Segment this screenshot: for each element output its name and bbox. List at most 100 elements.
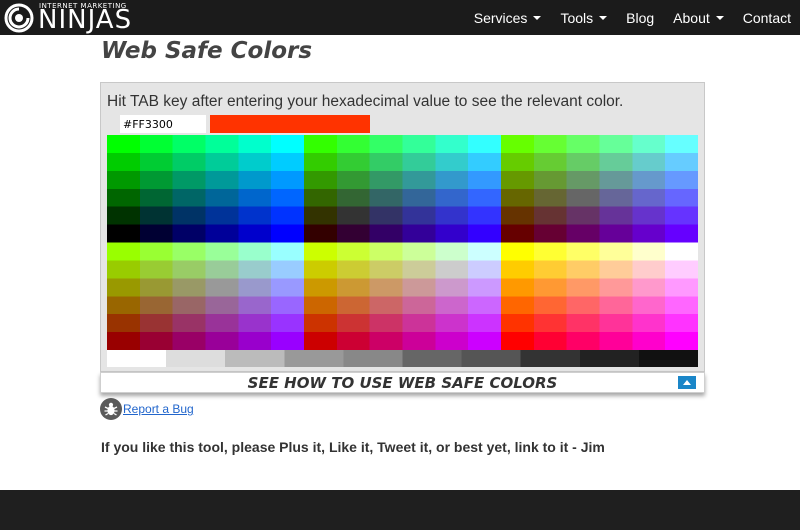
- color-cell[interactable]: [632, 242, 666, 262]
- color-cell[interactable]: [533, 170, 568, 190]
- color-cell[interactable]: [501, 188, 535, 208]
- color-cell[interactable]: [369, 332, 404, 351]
- color-cell[interactable]: [665, 135, 698, 154]
- color-cell[interactable]: [566, 332, 601, 351]
- color-cell[interactable]: [435, 224, 469, 244]
- color-cell[interactable]: [336, 296, 371, 315]
- hex-input[interactable]: [120, 115, 206, 133]
- color-cell[interactable]: [632, 170, 666, 190]
- color-cell[interactable]: [304, 242, 338, 262]
- color-cell[interactable]: [665, 332, 698, 351]
- color-cell[interactable]: [369, 224, 404, 244]
- color-cell[interactable]: [435, 296, 469, 315]
- color-cell[interactable]: [271, 135, 305, 154]
- color-cell[interactable]: [107, 188, 141, 208]
- color-cell[interactable]: [336, 278, 371, 297]
- color-cell[interactable]: [402, 314, 436, 333]
- color-cell[interactable]: [599, 170, 633, 190]
- color-cell[interactable]: [435, 278, 469, 297]
- color-cell[interactable]: [435, 170, 469, 190]
- color-cell[interactable]: [632, 188, 666, 208]
- color-cell[interactable]: [205, 224, 239, 244]
- color-cell[interactable]: [402, 135, 436, 154]
- color-cell[interactable]: [468, 296, 502, 315]
- color-cell[interactable]: [369, 260, 404, 279]
- color-cell[interactable]: [501, 278, 535, 297]
- color-cell[interactable]: [501, 170, 535, 190]
- color-cell[interactable]: [172, 206, 207, 226]
- color-cell[interactable]: [139, 135, 174, 154]
- color-cell[interactable]: [107, 152, 141, 172]
- color-cell[interactable]: [107, 242, 141, 262]
- color-cell[interactable]: [468, 242, 502, 262]
- color-cell[interactable]: [369, 135, 404, 154]
- expand-toggle-button[interactable]: [678, 376, 696, 389]
- color-cell[interactable]: [205, 296, 239, 315]
- color-cell[interactable]: [599, 188, 633, 208]
- gray-cell[interactable]: [166, 350, 226, 367]
- color-cell[interactable]: [599, 278, 633, 297]
- color-cell[interactable]: [107, 314, 141, 333]
- nav-item-blog[interactable]: Blog: [626, 10, 654, 26]
- color-cell[interactable]: [468, 278, 502, 297]
- color-cell[interactable]: [139, 278, 174, 297]
- color-cell[interactable]: [566, 206, 601, 226]
- color-cell[interactable]: [271, 242, 305, 262]
- color-cell[interactable]: [172, 170, 207, 190]
- gray-cell[interactable]: [402, 350, 463, 367]
- color-cell[interactable]: [501, 224, 535, 244]
- color-cell[interactable]: [665, 296, 698, 315]
- color-cell[interactable]: [238, 332, 272, 351]
- color-cell[interactable]: [632, 314, 666, 333]
- color-cell[interactable]: [271, 332, 305, 351]
- color-cell[interactable]: [304, 188, 338, 208]
- color-cell[interactable]: [304, 260, 338, 279]
- color-cell[interactable]: [304, 332, 338, 351]
- color-cell[interactable]: [468, 152, 502, 172]
- color-cell[interactable]: [435, 260, 469, 279]
- color-cell[interactable]: [533, 296, 568, 315]
- color-cell[interactable]: [369, 170, 404, 190]
- color-cell[interactable]: [665, 206, 698, 226]
- color-cell[interactable]: [271, 152, 305, 172]
- color-cell[interactable]: [139, 314, 174, 333]
- color-cell[interactable]: [632, 332, 666, 351]
- color-cell[interactable]: [238, 278, 272, 297]
- color-cell[interactable]: [501, 332, 535, 351]
- color-cell[interactable]: [632, 206, 666, 226]
- color-cell[interactable]: [402, 170, 436, 190]
- color-cell[interactable]: [468, 188, 502, 208]
- color-cell[interactable]: [599, 206, 633, 226]
- color-cell[interactable]: [205, 170, 239, 190]
- color-cell[interactable]: [205, 314, 239, 333]
- color-cell[interactable]: [238, 314, 272, 333]
- color-cell[interactable]: [369, 278, 404, 297]
- gray-cell[interactable]: [225, 350, 285, 367]
- color-cell[interactable]: [665, 170, 698, 190]
- color-cell[interactable]: [139, 170, 174, 190]
- color-cell[interactable]: [566, 314, 601, 333]
- color-cell[interactable]: [304, 224, 338, 244]
- color-cell[interactable]: [172, 332, 207, 351]
- color-cell[interactable]: [435, 332, 469, 351]
- color-cell[interactable]: [533, 188, 568, 208]
- color-cell[interactable]: [501, 296, 535, 315]
- color-cell[interactable]: [205, 206, 239, 226]
- color-cell[interactable]: [501, 135, 535, 154]
- color-cell[interactable]: [238, 152, 272, 172]
- color-cell[interactable]: [139, 296, 174, 315]
- color-cell[interactable]: [435, 314, 469, 333]
- color-cell[interactable]: [271, 296, 305, 315]
- color-cell[interactable]: [205, 152, 239, 172]
- color-cell[interactable]: [271, 278, 305, 297]
- color-cell[interactable]: [139, 152, 174, 172]
- color-cell[interactable]: [304, 314, 338, 333]
- color-cell[interactable]: [369, 206, 404, 226]
- color-cell[interactable]: [139, 206, 174, 226]
- color-cell[interactable]: [238, 296, 272, 315]
- color-cell[interactable]: [566, 278, 601, 297]
- color-cell[interactable]: [139, 188, 174, 208]
- color-cell[interactable]: [336, 314, 371, 333]
- color-cell[interactable]: [336, 152, 371, 172]
- gray-cell[interactable]: [284, 350, 344, 367]
